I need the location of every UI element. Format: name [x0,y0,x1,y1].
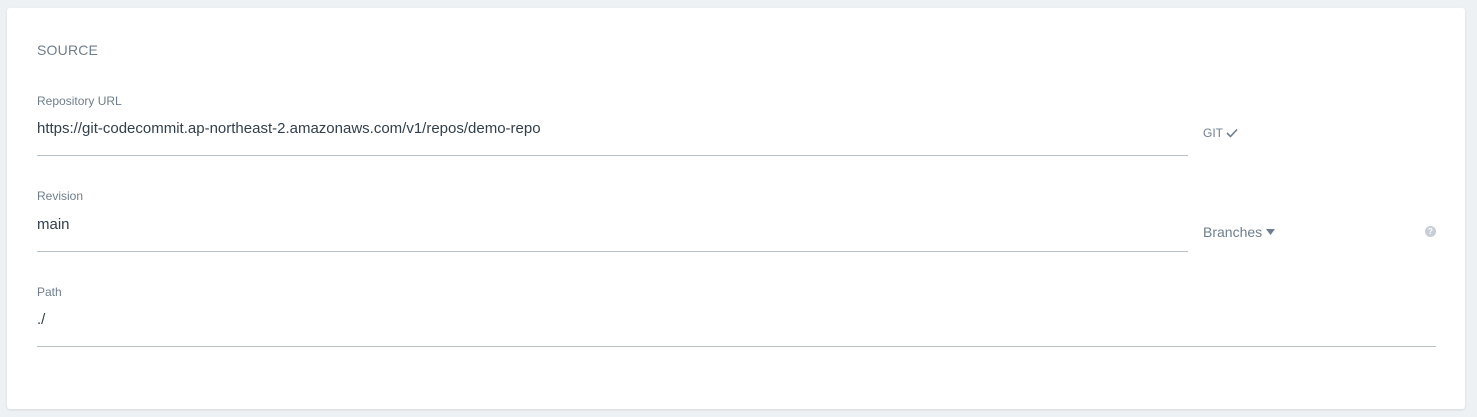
branches-dropdown[interactable]: Branches [1203,224,1276,240]
check-icon [1226,128,1238,138]
path-input[interactable] [37,309,1436,347]
repo-type-indicator: GIT [1203,126,1238,140]
repo-type-label: GIT [1203,126,1223,140]
branches-label: Branches [1203,224,1263,240]
source-panel: SOURCE Repository URL GIT Revision Branc… [7,8,1465,409]
revision-label: Revision [37,189,84,203]
caret-down-icon [1266,229,1276,235]
help-icon[interactable]: ? [1425,226,1436,237]
revision-input[interactable] [37,214,1188,252]
section-title: SOURCE [37,42,99,58]
path-label: Path [37,285,62,299]
repository-url-input[interactable] [37,118,1188,156]
repository-url-label: Repository URL [37,94,122,108]
